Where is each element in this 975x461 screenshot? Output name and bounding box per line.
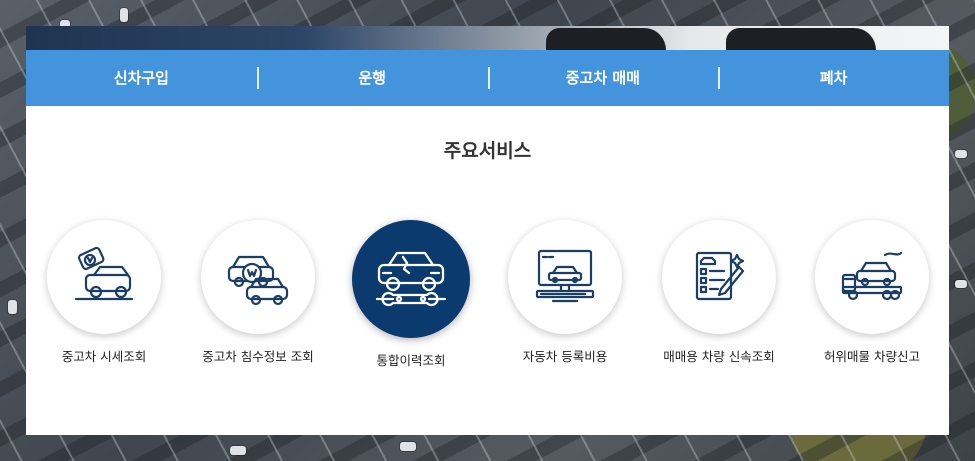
service-label: 중고차 침수정보 조회 <box>202 349 314 364</box>
service-circle <box>662 220 776 334</box>
service-circle <box>815 220 929 334</box>
nav-item-scrap[interactable]: 폐차 <box>718 50 949 106</box>
section-title: 주요서비스 <box>443 140 532 162</box>
hero-car-image <box>546 28 666 50</box>
main-panel: 신차구입 운행 중고차 매매 폐차 주요서비스 중고차 시세조회 중고차 침수정… <box>26 26 949 435</box>
background-car <box>400 442 416 451</box>
service-false-listing-report[interactable]: 허위매물 차량신고 <box>792 220 952 365</box>
background-car <box>230 446 246 455</box>
background-car <box>955 280 967 288</box>
service-label: 자동차 등록비용 <box>522 349 608 364</box>
car-wrench-history-icon <box>375 251 447 307</box>
cars-won-coin-icon <box>227 255 289 306</box>
hero-banner <box>26 26 949 50</box>
service-circle <box>201 220 315 334</box>
hero-car-image <box>726 28 876 50</box>
service-label: 중고차 시세조회 <box>61 349 147 364</box>
service-trade-vehicle-inquiry[interactable]: 매매용 차량 신속조회 <box>639 220 799 365</box>
service-circle-active <box>352 220 470 338</box>
service-label: 허위매물 차량신고 <box>824 349 920 364</box>
service-registration-cost[interactable]: 자동차 등록비용 <box>485 220 645 365</box>
monitor-car-icon <box>535 249 595 303</box>
tow-truck-report-icon <box>841 251 903 301</box>
service-circle <box>508 220 622 334</box>
background-car <box>8 300 17 314</box>
service-integrated-history[interactable]: 통합이력조회 <box>331 220 491 369</box>
car-price-tag-icon <box>74 246 134 301</box>
checklist-document-icon <box>695 251 745 301</box>
services-list: 중고차 시세조회 중고차 침수정보 조회 통합이력조회 자동차 등록비용 매매용… <box>26 220 949 370</box>
service-label: 매매용 차량 신속조회 <box>663 349 775 364</box>
nav-item-new-car[interactable]: 신차구입 <box>26 50 257 106</box>
nav-item-used-car-trade[interactable]: 중고차 매매 <box>487 50 719 106</box>
service-used-car-price[interactable]: 중고차 시세조회 <box>24 220 184 365</box>
service-circle <box>47 220 161 334</box>
background-car <box>955 150 967 158</box>
nav-item-driving[interactable]: 운행 <box>256 50 488 106</box>
service-label: 통합이력조회 <box>376 353 446 368</box>
top-navigation: 신차구입 운행 중고차 매매 폐차 <box>26 50 949 106</box>
background-car <box>120 8 128 22</box>
service-flood-info[interactable]: 중고차 침수정보 조회 <box>178 220 338 365</box>
